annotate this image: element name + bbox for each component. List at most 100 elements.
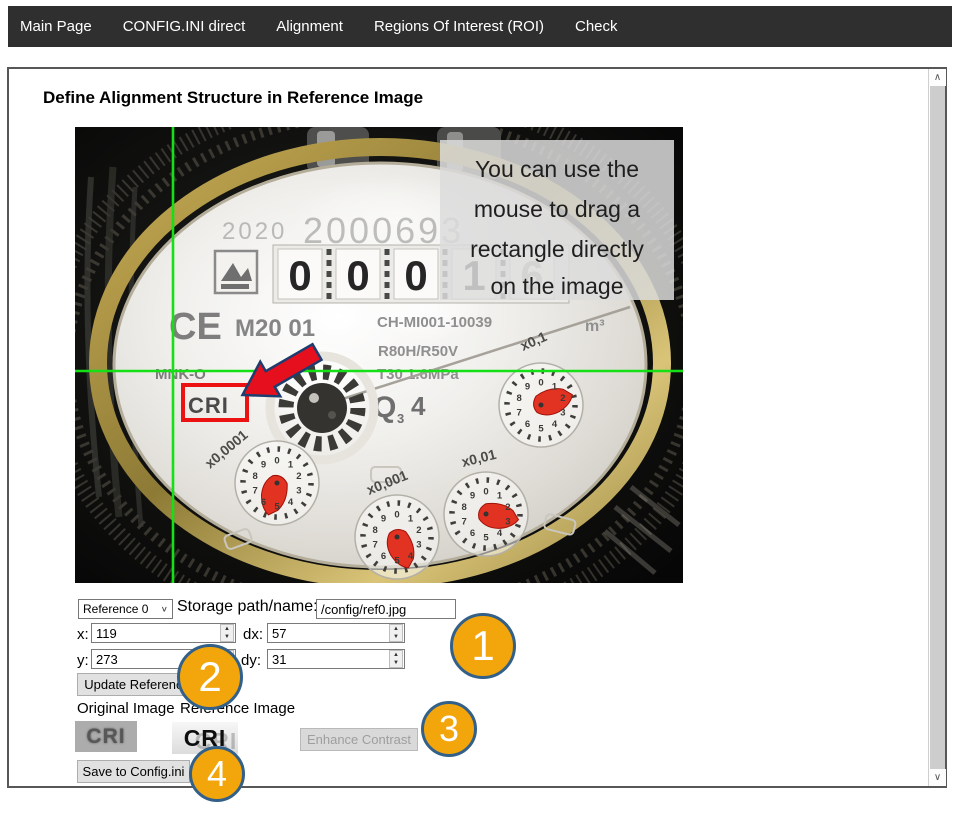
dial-x001: 0123456789 <box>444 472 528 556</box>
svg-text:5: 5 <box>538 423 544 434</box>
svg-text:7: 7 <box>516 407 521 418</box>
page-title: Define Alignment Structure in Reference … <box>43 88 423 108</box>
svg-text:0: 0 <box>274 455 279 466</box>
svg-text:You can use the: You can use the <box>475 156 639 182</box>
chevron-down-icon: ∨ <box>161 605 168 614</box>
dx-input-spinner[interactable]: ▲ ▼ <box>389 624 403 642</box>
reference-select[interactable]: Reference 0 ∨ <box>78 599 173 619</box>
x-input-spinner[interactable]: ▲ ▼ <box>220 624 234 642</box>
svg-text:0: 0 <box>346 252 369 299</box>
svg-text:1: 1 <box>408 514 414 525</box>
svg-text:1: 1 <box>497 491 503 502</box>
spin-down-icon[interactable]: ▼ <box>221 633 233 641</box>
svg-text:5: 5 <box>274 501 280 512</box>
dx-input[interactable] <box>267 623 405 643</box>
svg-text:CE: CE <box>169 306 222 348</box>
annotation-step-2: 2 <box>177 644 243 710</box>
svg-text:4: 4 <box>552 419 558 430</box>
svg-text:0: 0 <box>288 252 311 299</box>
save-to-config-button[interactable]: Save to Config.ini <box>77 760 190 783</box>
svg-text:0: 0 <box>404 252 427 299</box>
svg-text:CH-MI001-10039: CH-MI001-10039 <box>377 314 492 331</box>
original-image-preview: CRI <box>75 721 137 752</box>
svg-text:4: 4 <box>497 528 503 539</box>
svg-text:6: 6 <box>470 528 475 539</box>
dx-label: dx: <box>243 626 263 643</box>
svg-text:8: 8 <box>372 525 377 536</box>
svg-text:M20 01: M20 01 <box>235 315 315 342</box>
svg-text:3: 3 <box>560 407 565 418</box>
svg-text:3: 3 <box>505 516 510 527</box>
meter-logo <box>215 251 257 293</box>
top-nav: Main Page CONFIG.INI direct Alignment Re… <box>8 6 952 47</box>
y-label: y: <box>77 652 89 669</box>
svg-text:9: 9 <box>381 514 386 525</box>
dial-x0001: 0123456789 <box>355 495 439 579</box>
x-input[interactable] <box>91 623 236 643</box>
dial-x00001: 012 34567 89 <box>235 441 319 525</box>
hint-overlay: You can use the mouse to drag a rectangl… <box>440 140 674 300</box>
app-root: Main Page CONFIG.INI direct Alignment Re… <box>0 0 960 816</box>
svg-text:0: 0 <box>483 486 488 497</box>
svg-text:2: 2 <box>416 525 421 536</box>
meter-photo: 2020 2000693 <box>75 127 683 583</box>
svg-text:4: 4 <box>408 551 414 562</box>
svg-text:9: 9 <box>261 460 266 471</box>
nav-item-roi[interactable]: Regions Of Interest (ROI) <box>374 18 544 35</box>
svg-text:2: 2 <box>296 471 301 482</box>
spin-up-icon[interactable]: ▲ <box>390 651 402 659</box>
spin-down-icon[interactable]: ▼ <box>390 659 402 667</box>
x-label: x: <box>77 626 89 643</box>
svg-text:rectangle directly: rectangle directly <box>470 236 644 262</box>
svg-text:4: 4 <box>411 391 426 421</box>
spin-down-icon[interactable]: ▼ <box>390 633 402 641</box>
svg-text:0: 0 <box>538 377 543 388</box>
svg-text:6: 6 <box>261 497 266 508</box>
svg-text:8: 8 <box>516 393 521 404</box>
svg-text:5: 5 <box>394 555 400 566</box>
svg-text:MNK-O: MNK-O <box>155 366 206 383</box>
dy-input-spinner[interactable]: ▲ ▼ <box>389 650 403 668</box>
svg-text:7: 7 <box>252 485 257 496</box>
annotation-step-1: 1 <box>450 613 516 679</box>
svg-text:0: 0 <box>394 509 399 520</box>
svg-text:5: 5 <box>483 532 489 543</box>
reference-image-canvas[interactable]: 2020 2000693 <box>75 127 683 583</box>
svg-text:9: 9 <box>525 382 530 393</box>
original-image-label: Original Image <box>77 700 175 717</box>
alignment-label: CRI <box>188 393 229 418</box>
storage-path-input[interactable] <box>316 599 456 619</box>
svg-text:9: 9 <box>470 491 475 502</box>
svg-text:3: 3 <box>397 411 404 426</box>
scrollbar-thumb[interactable] <box>930 86 945 769</box>
scroll-down-icon[interactable]: ∨ <box>929 769 946 786</box>
nav-item-main-page[interactable]: Main Page <box>20 18 92 35</box>
scroll-up-icon[interactable]: ∧ <box>929 69 946 86</box>
spin-up-icon[interactable]: ▲ <box>390 625 402 633</box>
enhance-contrast-button[interactable]: Enhance Contrast <box>300 728 418 751</box>
spin-up-icon[interactable]: ▲ <box>221 625 233 633</box>
reference-select-value: Reference 0 <box>83 602 148 616</box>
nav-item-check[interactable]: Check <box>575 18 618 35</box>
svg-text:2: 2 <box>505 502 510 513</box>
storage-path-label: Storage path/name: <box>177 598 318 616</box>
svg-text:1: 1 <box>288 460 294 471</box>
annotation-step-4: 4 <box>189 746 245 802</box>
annotation-step-3: 3 <box>421 701 477 757</box>
nav-item-alignment[interactable]: Alignment <box>276 18 343 35</box>
vertical-scrollbar[interactable]: ∧ ∨ <box>928 69 945 786</box>
svg-text:6: 6 <box>525 419 530 430</box>
dy-label: dy: <box>241 652 261 669</box>
svg-text:3: 3 <box>296 485 301 496</box>
nav-item-config-ini[interactable]: CONFIG.INI direct <box>123 18 246 35</box>
svg-text:1: 1 <box>552 382 558 393</box>
svg-text:8: 8 <box>252 471 257 482</box>
svg-text:3: 3 <box>416 539 421 550</box>
dial-x01: 012 34567 89 <box>499 363 583 447</box>
svg-text:2: 2 <box>560 393 565 404</box>
svg-text:8: 8 <box>461 502 466 513</box>
svg-text:7: 7 <box>372 539 377 550</box>
dy-input[interactable] <box>267 649 405 669</box>
svg-text:2020: 2020 <box>222 218 287 245</box>
svg-text:4: 4 <box>288 497 294 508</box>
